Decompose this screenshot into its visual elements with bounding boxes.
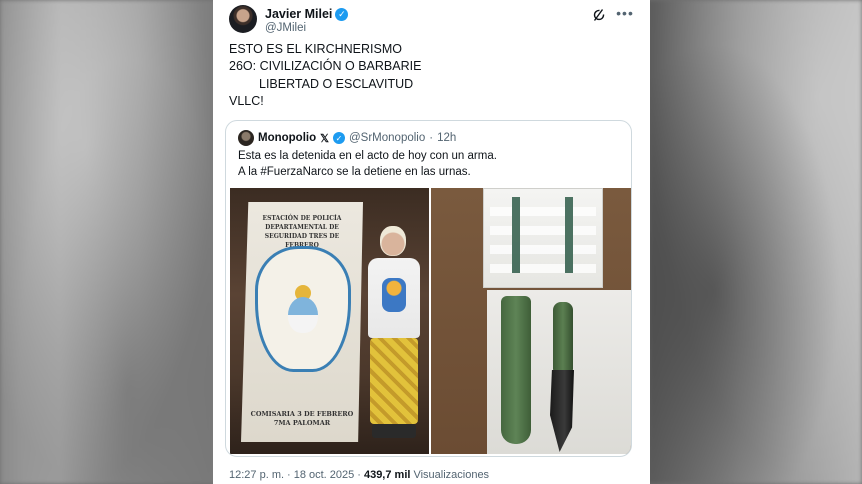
knife-handle — [553, 302, 573, 372]
tweet-date[interactable]: 18 oct. 2025 — [294, 469, 355, 481]
more-icon[interactable]: ••• — [616, 6, 634, 23]
police-seal-icon — [255, 246, 351, 372]
person-feet — [372, 424, 416, 438]
quoted-tweet[interactable]: Monopolio 𝕏 ✓ @SrMonopolio · 12h Esta es… — [225, 120, 632, 457]
quote-time[interactable]: 12h — [437, 132, 456, 144]
views-count: 439,7 mil — [363, 469, 411, 481]
separator: · — [357, 469, 361, 481]
tweet-text: ESTO ES EL KIRCHNERISMO 26O: CIVILIZACIÓ… — [229, 41, 629, 110]
banner-top-text: ESTACIÓN DE POLICÍA DEPARTAMENTAL DE SEG… — [262, 215, 342, 249]
quote-verified-icon: ✓ — [333, 132, 345, 144]
quote-header: Monopolio 𝕏 ✓ @SrMonopolio · 12h — [238, 129, 456, 147]
grok-icon[interactable] — [592, 8, 606, 22]
tweet-meta: 12:27 p. m. · 18 oct. 2025 · 439,7 mil V… — [229, 467, 489, 483]
tweet-line: ESTO ES EL KIRCHNERISMO — [229, 42, 402, 56]
quote-line: Esta es la detenida en el acto de hoy co… — [238, 150, 497, 162]
person-head — [380, 226, 406, 256]
author-name[interactable]: Javier Milei — [265, 7, 332, 21]
quote-author-name[interactable]: Monopolio — [258, 132, 316, 144]
banner-bottom-text: COMISARIA 3 DE FEBRERO 7MA PALOMAR — [250, 410, 354, 427]
avatar[interactable] — [229, 5, 257, 33]
tweet-line: LIBERTAD O ESCLAVITUD — [259, 76, 414, 91]
tweet-header: Javier Milei ✓ @JMilei ••• — [229, 4, 634, 38]
box-print — [490, 197, 596, 273]
photo-detainee[interactable]: ESTACIÓN DE POLICÍA DEPARTAMENTAL DE SEG… — [230, 188, 429, 454]
person-legs — [370, 338, 418, 424]
tweet-card: Javier Milei ✓ @JMilei ••• ESTO ES EL KI… — [213, 0, 650, 484]
verified-badge-icon: ✓ — [335, 7, 349, 21]
quote-line: A la #FuerzaNarco se la detiene en las u… — [238, 165, 471, 178]
quote-text: Esta es la detenida en el acto de hoy co… — [238, 149, 628, 180]
coat-of-arms-icon — [288, 297, 318, 333]
evidence-box — [483, 188, 603, 288]
person-body — [368, 258, 420, 338]
x-badge-icon: 𝕏 — [320, 132, 329, 145]
quote-avatar[interactable] — [238, 130, 254, 146]
tweet-line: 26O: CIVILIZACIÓN O BARBARIE — [229, 59, 422, 74]
photo-knife[interactable] — [431, 188, 631, 454]
police-banner: ESTACIÓN DE POLICÍA DEPARTAMENTAL DE SEG… — [241, 202, 363, 442]
views-label: Visualizaciones — [413, 469, 490, 481]
quote-author-handle[interactable]: @SrMonopolio — [349, 132, 425, 144]
author-name-line: Javier Milei ✓ — [265, 6, 349, 22]
tweet-time[interactable]: 12:27 p. m. — [229, 469, 284, 481]
tweet-line: VLLC! — [229, 93, 264, 108]
knife-sheath — [501, 296, 531, 444]
author-handle[interactable]: @JMilei — [265, 22, 306, 34]
separator: · — [287, 469, 291, 481]
separator: · — [429, 132, 434, 144]
